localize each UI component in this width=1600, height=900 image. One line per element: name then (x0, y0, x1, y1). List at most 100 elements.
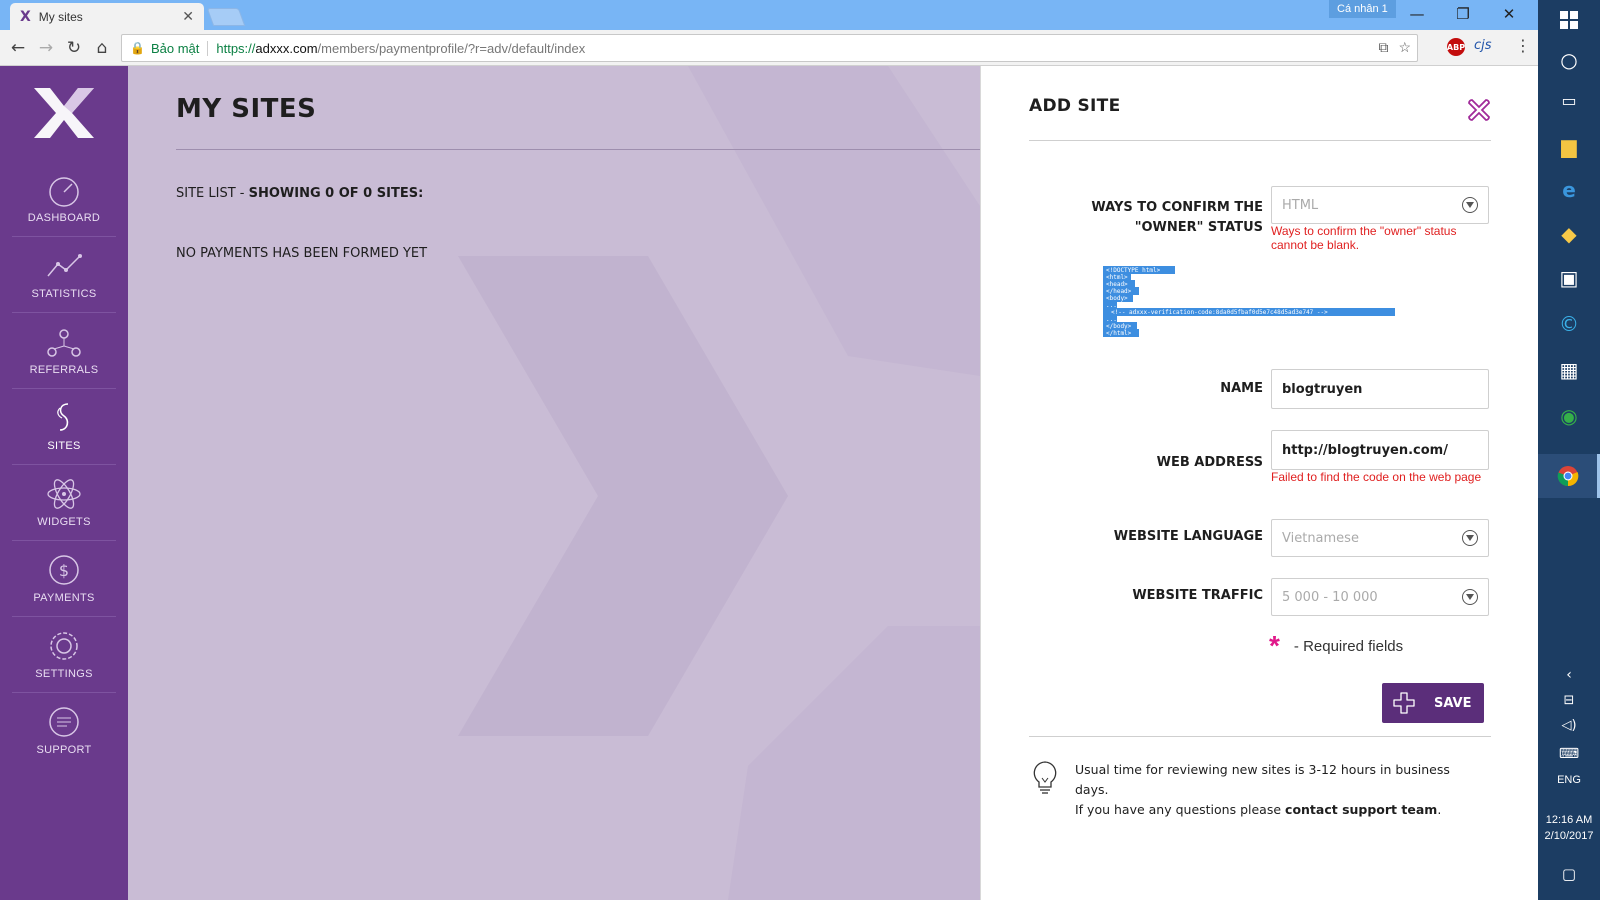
minimize-icon[interactable]: — (1394, 0, 1440, 28)
bookmark-star-icon[interactable]: ☆ (1398, 39, 1411, 56)
website-language-select[interactable]: Vietnamese (1271, 519, 1489, 557)
code-line: <body> (1106, 295, 1128, 302)
tab-title: My sites (38, 9, 83, 24)
secure-label: Bảo mật (151, 40, 209, 56)
lock-icon: 🔒 (130, 41, 145, 55)
forward-icon[interactable]: → (34, 36, 58, 60)
url-path: /members/paymentprofile/?r=adv/default/i… (317, 40, 586, 56)
panel-divider (1029, 736, 1491, 737)
restore-icon[interactable]: ❐ (1440, 0, 1486, 28)
name-value: blogtruyen (1282, 381, 1363, 397)
sidebar-item-label: SUPPORT (36, 744, 92, 756)
sidebar-item-support[interactable]: SUPPORT (0, 692, 128, 768)
sidebar-item-dashboard[interactable]: DASHBOARD (0, 160, 128, 236)
save-button[interactable]: SAVE (1382, 683, 1484, 723)
site-list-prefix: SITE LIST - (176, 186, 249, 201)
page-title: MY SITES (176, 94, 317, 124)
reload-icon[interactable]: ↻ (62, 36, 86, 60)
code-line: </body> (1106, 323, 1132, 330)
clock-date[interactable]: 2/10/2017 (1538, 830, 1600, 842)
settings-icon (50, 632, 78, 660)
language-indicator[interactable]: ENG (1538, 774, 1600, 786)
task-view-icon[interactable]: ▭ (1538, 80, 1600, 120)
code-line: </html> (1106, 330, 1132, 337)
name-field[interactable]: blogtruyen (1271, 369, 1489, 409)
sidebar-item-label: SITES (47, 440, 81, 452)
app-green-icon[interactable]: ◉ (1538, 396, 1600, 436)
calendar-icon[interactable]: ▦ (1538, 350, 1600, 390)
contact-support-link[interactable]: contact support team (1285, 802, 1437, 817)
edge-browser-icon[interactable]: e (1538, 170, 1600, 210)
file-explorer-icon[interactable]: ▆ (1538, 126, 1600, 166)
payments-icon: $ (49, 555, 79, 585)
title-divider (176, 149, 980, 150)
referrals-icon (47, 329, 81, 357)
home-icon[interactable]: ⌂ (90, 36, 114, 60)
browser-tabstrip: X My sites ✕ Cá nhân 1 — ❐ ✕ (0, 0, 1538, 30)
website-language-label: WEBSITE LANGUAGE (1113, 529, 1263, 544)
dropdown-arrow-icon (1462, 589, 1478, 605)
profile-button[interactable]: Cá nhân 1 (1329, 0, 1396, 18)
adblock-extension-icon[interactable]: ABP (1447, 38, 1465, 56)
panel-title: ADD SITE (1029, 96, 1121, 116)
sidebar-item-statistics[interactable]: STATISTICS (0, 236, 128, 312)
add-site-panel: ADD SITE WAYS TO CONFIRM THE "OWNER" STA… (980, 66, 1538, 900)
tab-close-icon[interactable]: ✕ (182, 9, 194, 25)
sidebar-item-referrals[interactable]: REFERRALS (0, 312, 128, 388)
empty-state-message: NO PAYMENTS HAS BEEN FORMED YET (176, 246, 428, 261)
website-traffic-placeholder: 5 000 - 10 000 (1282, 589, 1378, 605)
svg-text:$: $ (59, 561, 69, 580)
search-cortana-icon[interactable]: ○ (1538, 40, 1600, 80)
window-close-icon[interactable]: ✕ (1486, 0, 1532, 28)
ways-to-confirm-error: Ways to confirm the "owner" status canno… (1271, 224, 1457, 252)
tips-icon[interactable]: ◆ (1538, 214, 1600, 254)
back-icon[interactable]: ← (6, 36, 30, 60)
brand-logo-icon[interactable] (30, 86, 98, 140)
website-traffic-select[interactable]: 5 000 - 10 000 (1271, 578, 1489, 616)
screen: X My sites ✕ Cá nhân 1 — ❐ ✕ ← → ↻ ⌂ 🔒 B… (0, 0, 1600, 900)
sidebar-item-label: WIDGETS (37, 516, 91, 528)
sidebar-item-sites[interactable]: SITES (0, 388, 128, 464)
new-tab-button[interactable] (206, 8, 246, 26)
sidebar-item-label: SETTINGS (35, 668, 93, 680)
translate-icon[interactable]: ⧉ (1378, 39, 1388, 56)
code-line: <head> (1106, 281, 1128, 288)
browser-tab[interactable]: X My sites ✕ (10, 3, 204, 30)
web-address-field[interactable]: http://blogtruyen.com/ (1271, 430, 1489, 470)
review-time-text: Usual time for reviewing new sites is 3-… (1075, 762, 1450, 797)
sidebar-item-payments[interactable]: $ PAYMENTS (0, 540, 128, 616)
required-fields-note: * - Required fields (1269, 630, 1403, 661)
cjs-extension-icon[interactable]: cjs (1474, 38, 1492, 53)
dashboard-icon (49, 177, 79, 207)
sidebar-item-label: DASHBOARD (27, 212, 101, 224)
save-label: SAVE (1434, 695, 1472, 711)
required-star-icon: * (1269, 630, 1280, 661)
site-favicon-icon: X (20, 8, 31, 25)
clock-time[interactable]: 12:16 AM (1538, 814, 1600, 826)
verification-code-example: <!DOCTYPE html> <html> <head> </head> <b… (1103, 266, 1395, 337)
dropdown-arrow-icon (1462, 530, 1478, 546)
browser-menu-icon[interactable]: ⋮ (1515, 36, 1531, 55)
start-windows-icon[interactable] (1538, 0, 1600, 40)
sidebar-item-settings[interactable]: SETTINGS (0, 616, 128, 692)
review-info-text: Usual time for reviewing new sites is 3-… (1075, 760, 1475, 820)
app-c-icon[interactable]: © (1538, 304, 1600, 344)
code-line: <!-- adxxx-verification-code:8da0d5fbaf0… (1111, 309, 1328, 316)
address-bar[interactable]: 🔒 Bảo mật https:// adxxx.com /members/pa… (121, 34, 1418, 62)
store-icon[interactable]: ▣ (1538, 258, 1600, 298)
sidebar-item-widgets[interactable]: WIDGETS (0, 464, 128, 540)
ways-to-confirm-select[interactable]: HTML (1271, 186, 1489, 224)
web-address-value: http://blogtruyen.com/ (1282, 442, 1448, 458)
close-panel-icon[interactable] (1465, 96, 1493, 124)
keyboard-icon[interactable]: ⌨ (1538, 734, 1600, 774)
website-traffic-label: WEBSITE TRAFFIC (1132, 588, 1263, 603)
code-line: ... (1106, 316, 1117, 323)
browser-toolbar: ← → ↻ ⌂ 🔒 Bảo mật https:// adxxx.com /me… (0, 30, 1538, 66)
lightbulb-icon (1033, 761, 1057, 794)
contact-suffix: . (1437, 802, 1442, 817)
chrome-icon[interactable] (1538, 454, 1600, 498)
ways-to-confirm-placeholder: HTML (1282, 197, 1319, 213)
notifications-icon[interactable]: ▢ (1538, 854, 1600, 894)
support-icon (49, 707, 79, 737)
contact-line: If you have any questions please contact… (1075, 800, 1475, 820)
